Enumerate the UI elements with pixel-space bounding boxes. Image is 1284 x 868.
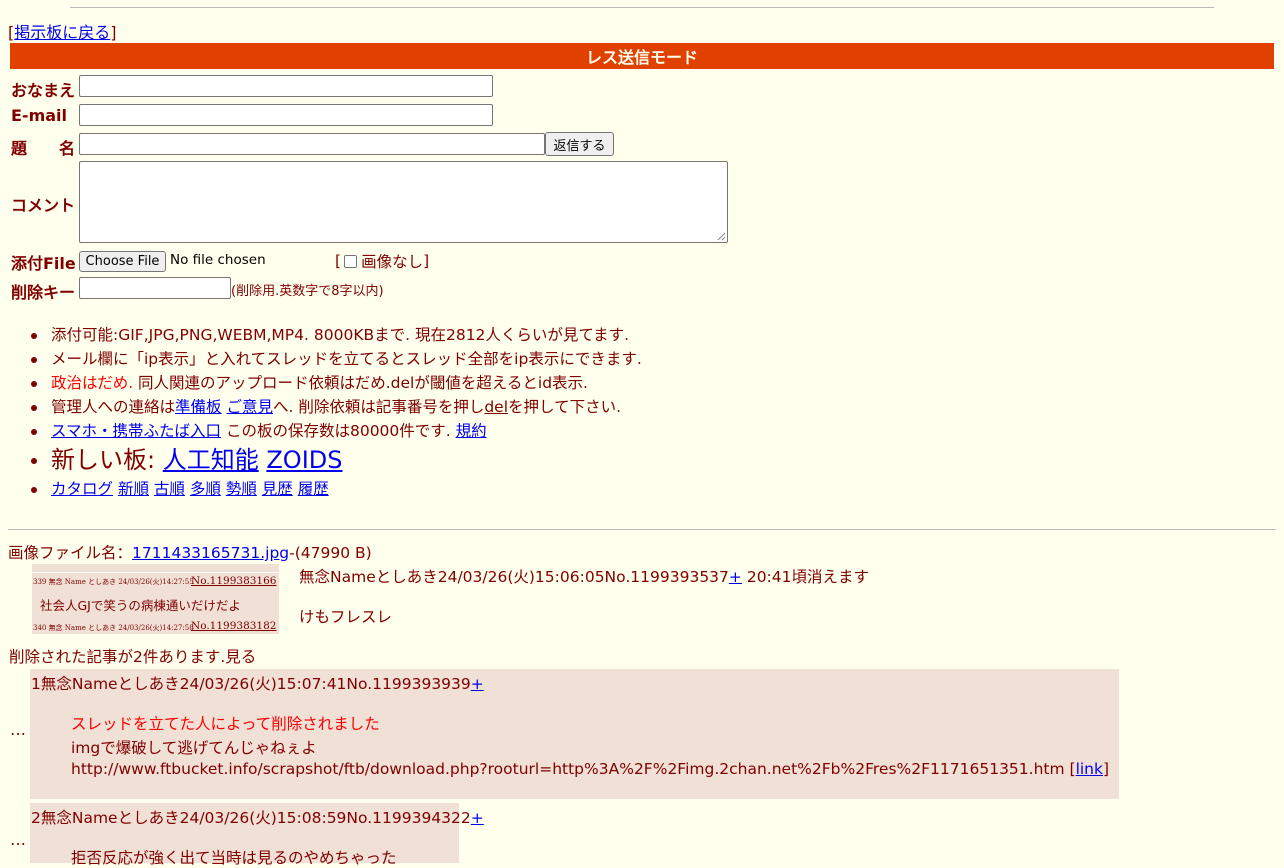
- no-image-label: 画像なし: [361, 253, 424, 271]
- comment-textarea[interactable]: [79, 161, 728, 243]
- image-file-link[interactable]: 1711433165731.jpg: [132, 544, 289, 562]
- reply-2-header: 2無念Nameとしあき24/03/26(火)15:08:59No.1199394…: [31, 809, 484, 827]
- reply-1-text: imgで爆破して逃げてんじゃねぇよ: [71, 739, 317, 757]
- back-to-board-link[interactable]: 掲示板に戻る: [14, 23, 110, 42]
- note-mobile: スマホ・携帯ふたば入口 この板の保存数は80000件です. 規約: [31, 419, 1284, 443]
- feedback-link[interactable]: ご意見: [226, 398, 273, 416]
- reply-2-dots: …: [10, 830, 26, 849]
- viewed-history-link[interactable]: 見歴: [262, 480, 293, 498]
- no-image-bracket-open: [: [335, 252, 342, 270]
- thumb-row2-meta: 340 無念 Name としあき 24/03/26(火)14:27:58: [33, 624, 194, 632]
- delete-key-label: 削除キー: [11, 283, 76, 302]
- terms-link[interactable]: 規約: [456, 422, 487, 440]
- thumb-row1-meta: 339 無念 Name としあき 24/03/26(火)14:27:55: [33, 578, 194, 586]
- op-plus-link[interactable]: +: [729, 568, 742, 586]
- reply-2: 2無念Nameとしあき24/03/26(火)15:08:59No.1199394…: [30, 803, 484, 867]
- name-label: おなまえ: [11, 81, 76, 100]
- prep-board-link[interactable]: 準備板: [175, 398, 222, 416]
- ai-board-link[interactable]: 人工知能: [163, 446, 259, 474]
- choose-file-button[interactable]: Choose File: [79, 251, 166, 272]
- del-link[interactable]: del: [484, 398, 508, 416]
- name-input[interactable]: [79, 75, 493, 97]
- catalog-link[interactable]: カタログ: [51, 480, 113, 498]
- back-link-wrapper: [掲示板に戻る]: [8, 19, 117, 43]
- reply-1-deleted-message: スレッドを立てた人によって削除されました: [71, 715, 380, 733]
- top-divider: [70, 7, 1214, 8]
- post-history-link[interactable]: 履歴: [298, 480, 329, 498]
- note-contact: 管理人への連絡は準備板 ご意見へ. 削除依頼は記事番号を押しdelを押して下さい…: [31, 395, 1284, 419]
- board-notes: 添付可能:GIF,JPG,PNG,WEBM,MP4. 8000KBまで. 現在2…: [0, 323, 1284, 501]
- nav-links: カタログ 新順 古順 多順 勢順 見歴 履歴: [31, 477, 1284, 501]
- delete-key-note: (削除用.英数字で8字以内): [231, 284, 384, 299]
- submit-reply-button[interactable]: 返信する: [545, 132, 614, 156]
- thumb-row1-no: No.1199383166: [191, 575, 277, 587]
- reply-mode-title: レス送信モード: [585, 48, 698, 67]
- deleted-posts-notice[interactable]: 削除された記事が2件あります.見る: [9, 645, 256, 667]
- note-rules: 政治はだめ. 同人関連のアップロード依頼はだめ.delが閾値を超えるとid表示.: [31, 371, 1284, 395]
- thumb-row1-text: 社会人GJで笑うの病棟通いだけだよ: [40, 598, 241, 613]
- no-file-chosen-text: No file chosen: [170, 252, 266, 268]
- subject-input[interactable]: [79, 133, 545, 155]
- reply-1-dots: …: [10, 720, 26, 739]
- op-post-header: 無念Nameとしあき24/03/26(火)15:06:05No.11993935…: [299, 568, 870, 586]
- zoids-board-link[interactable]: ZOIDS: [266, 446, 342, 474]
- reply-mode-banner: レス送信モード: [10, 43, 1274, 69]
- no-image-checkbox[interactable]: [344, 254, 358, 268]
- delete-key-input[interactable]: [79, 277, 231, 299]
- resize-grip-icon[interactable]: [717, 232, 726, 241]
- reply-1: 1無念Nameとしあき24/03/26(火)15:07:41No.1199393…: [30, 669, 1119, 799]
- reply-1-url: http://www.ftbucket.info/scrapshot/ftb/d…: [71, 760, 1065, 778]
- email-label: E-mail: [11, 106, 68, 125]
- reply-1-plus-link[interactable]: +: [471, 675, 484, 693]
- reply-2-text: 拒否反応が強く出て当時は見るのやめちゃった: [71, 849, 397, 867]
- subject-label: 題 名: [11, 139, 76, 158]
- mobile-entrance-link[interactable]: スマホ・携帯ふたば入口: [51, 422, 221, 440]
- reply-2-plus-link[interactable]: +: [471, 809, 484, 827]
- image-file-line: 画像ファイル名：1711433165731.jpg-(47990 B): [8, 544, 372, 562]
- note-new-boards: 新しい板: 人工知能 ZOIDS: [31, 443, 1284, 477]
- no-image-option: [ 画像なし ]: [335, 250, 429, 272]
- op-post-body: けもフレスレ: [299, 608, 393, 626]
- thread-thumbnail[interactable]: 339 無念 Name としあき 24/03/26(火)14:27:55 No.…: [32, 564, 279, 634]
- comment-label: コメント: [11, 196, 76, 215]
- oldest-link[interactable]: 古順: [154, 480, 185, 498]
- bracket-close: ]: [110, 23, 117, 42]
- reply-1-link[interactable]: link: [1076, 760, 1103, 778]
- politics-warning: 政治はだめ.: [51, 374, 134, 392]
- thumb-row2-no: No.1199383182: [191, 620, 277, 632]
- newest-link[interactable]: 新順: [118, 480, 149, 498]
- email-input[interactable]: [79, 104, 493, 126]
- reply-1-header: 1無念Nameとしあき24/03/26(火)15:07:41No.1199393…: [31, 675, 484, 693]
- thread-divider: [8, 529, 1276, 530]
- no-image-bracket-close: ]: [423, 252, 430, 270]
- most-replies-link[interactable]: 多順: [190, 480, 221, 498]
- op-expire-time: 20:41頃消えます: [741, 568, 870, 586]
- momentum-link[interactable]: 勢順: [226, 480, 257, 498]
- file-label: 添付File: [11, 254, 76, 273]
- reply-1-url-line: http://www.ftbucket.info/scrapshot/ftb/d…: [71, 760, 1110, 778]
- image-file-size: -(47990 B): [289, 544, 372, 562]
- note-upload-limits: 添付可能:GIF,JPG,PNG,WEBM,MP4. 8000KBまで. 現在2…: [31, 323, 1284, 347]
- note-ip-display: メール欄に「ip表示」と入れてスレッドを立てるとスレッド全部をip表示にできます…: [31, 347, 1284, 371]
